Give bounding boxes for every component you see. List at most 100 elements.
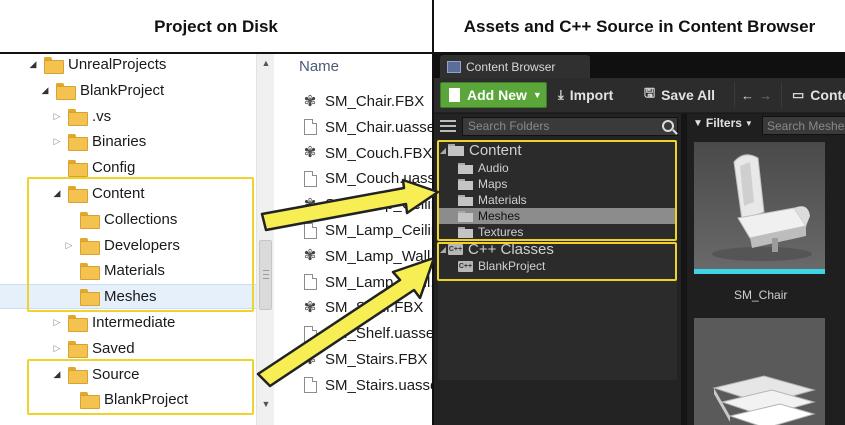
filter-funnel-icon: ▼ <box>693 117 703 129</box>
scroll-up-arrow-icon[interactable]: ▲ <box>257 58 275 68</box>
chair-thumbnail-icon <box>694 142 825 274</box>
stairs-thumbnail-icon <box>694 318 825 425</box>
content-browser-icon <box>447 60 461 73</box>
document-icon <box>301 170 319 188</box>
tab-content-browser[interactable]: Content Browser <box>440 55 590 78</box>
source-folder-highlight <box>27 359 254 415</box>
filters-caret-icon: ▼ <box>744 118 753 128</box>
collapsed-triangle-icon[interactable]: ▷ <box>52 317 62 328</box>
collapsed-triangle-icon[interactable]: ▷ <box>52 111 62 122</box>
folder-icon <box>68 160 88 178</box>
search-meshes-placeholder: Search Meshes <box>767 118 845 133</box>
tree-item[interactable]: ▷ Intermediate <box>0 310 256 335</box>
document-icon <box>301 222 319 240</box>
right-panel-title: Assets and C++ Source in Content Browser <box>434 0 845 53</box>
asset-label: SM_Chair <box>734 288 788 302</box>
file-row[interactable]: SM_Shelf.uasset <box>301 321 432 346</box>
file-name: SM_Shelf.uasset <box>325 325 432 343</box>
tree-item[interactable]: ▷ Binaries <box>0 129 256 154</box>
import-button[interactable]: ⤓ Import <box>558 82 613 108</box>
filters-label: Filters <box>705 116 742 130</box>
file-row[interactable]: ✾ SM_Shelf.FBX <box>301 295 432 320</box>
file-row[interactable]: ✾ SM_Couch.FBX <box>301 141 432 166</box>
tree-scrollbar[interactable]: ▲ ▼ <box>256 54 274 425</box>
path-root-button[interactable]: ▭ Content <box>792 82 845 108</box>
file-name: SM_Shelf.FBX <box>325 299 424 317</box>
folder-icon <box>68 134 88 152</box>
tree-item-label: Config <box>92 159 136 177</box>
tree-item[interactable]: ◢ UnrealProjects <box>0 54 256 77</box>
file-name: SM_Lamp_Ceiling.FBX <box>325 196 432 214</box>
tree-item[interactable]: ▷ Saved <box>0 336 256 361</box>
asset-tile-sm-chair[interactable] <box>694 142 825 274</box>
collapsed-triangle-icon[interactable]: ▷ <box>52 136 62 147</box>
file-row[interactable]: ✾ SM_Stairs.FBX <box>301 347 432 372</box>
tree-item-label: UnrealProjects <box>68 56 167 73</box>
sources-list-icon[interactable] <box>440 119 456 133</box>
fbx-icon: ✾ <box>303 298 317 316</box>
add-new-button[interactable]: Add New ▼ <box>440 82 547 108</box>
dropdown-caret-icon: ▼ <box>532 90 542 100</box>
file-name: SM_Lamp_Ceiling.uasset <box>325 222 432 239</box>
file-row[interactable]: ✾ SM_Chair.FBX <box>301 89 432 114</box>
file-row[interactable]: ✾ SM_Lamp_Ceiling.FBX <box>301 192 432 217</box>
scrollbar-thumb[interactable] <box>259 240 272 310</box>
forward-arrow-icon: → <box>759 87 772 103</box>
document-icon <box>301 376 319 394</box>
column-header-name[interactable]: Name <box>299 58 339 75</box>
file-row[interactable]: SM_Chair.uasset <box>301 115 432 140</box>
tree-item[interactable]: ◢ BlankProject <box>0 78 256 103</box>
fbx-icon: ✾ <box>303 350 317 368</box>
add-new-label: Add New <box>467 87 527 103</box>
back-button[interactable]: ← <box>741 82 760 108</box>
tree-item-label: Saved <box>92 339 135 357</box>
search-meshes-input[interactable]: Search Meshes <box>762 116 845 135</box>
content-browser: Content Browser Add New ▼ ⤓ Import 🖫 Sav… <box>434 54 845 425</box>
folder-icon <box>68 315 88 332</box>
import-label: Import <box>569 87 614 103</box>
filters-button[interactable]: ▼ Filters ▼ <box>693 116 753 130</box>
document-icon <box>301 273 319 291</box>
expanded-triangle-icon[interactable]: ◢ <box>40 85 50 96</box>
fbx-icon: ✾ <box>303 247 317 265</box>
folder-icon <box>68 340 88 358</box>
asset-tile-sm-stairs[interactable] <box>694 318 825 425</box>
back-arrow-icon: ← <box>741 87 754 103</box>
fbx-icon: ✾ <box>303 195 317 213</box>
save-icon: 🖫 <box>644 85 656 100</box>
tree-item[interactable]: ▷ .vs <box>0 104 256 129</box>
fbx-icon: ✾ <box>303 92 317 110</box>
document-icon <box>301 118 319 136</box>
tab-bar: Content Browser <box>434 54 845 78</box>
tab-label: Content Browser <box>466 59 556 74</box>
search-icon <box>662 119 674 132</box>
file-row[interactable]: SM_Lamp_Ceiling.uasset <box>301 218 432 243</box>
file-row[interactable]: SM_Couch.uasset <box>301 166 432 191</box>
file-name: SM_Stairs.FBX <box>325 351 428 368</box>
file-row[interactable]: SM_Lamp_Wall.uasset <box>301 270 432 295</box>
file-name: SM_Couch.uasset <box>325 170 432 188</box>
file-name: SM_Chair.FBX <box>325 93 425 110</box>
collapsed-triangle-icon[interactable]: ▷ <box>52 343 62 354</box>
folder-open-icon: ▭ <box>792 87 805 102</box>
file-list: Name ✾ SM_Chair.FBX SM_Chair.uasset ✾ SM_Cou… <box>275 54 432 425</box>
file-explorer: ◢ UnrealProjects ◢ BlankProject ▷ .vs ▷ Binarie… <box>0 54 432 425</box>
left-panel-title: Project on Disk <box>0 0 432 53</box>
search-folders-placeholder: Search Folders <box>468 119 550 133</box>
search-folders-input[interactable]: Search Folders <box>462 116 678 136</box>
asset-view: ▼ Filters ▼ Search Meshes SM_Chair <box>687 114 845 425</box>
tree-item-label: Intermediate <box>92 314 176 331</box>
file-row[interactable]: SM_Stairs.uasset <box>301 373 432 398</box>
file-row[interactable]: ✾ SM_Lamp_Wall.FBX <box>301 244 432 269</box>
tree-item-label: .vs <box>92 107 112 125</box>
save-all-button[interactable]: 🖫 Save All <box>644 82 715 108</box>
forward-button[interactable]: → <box>759 82 778 108</box>
tree-item-label: Binaries <box>92 133 147 151</box>
save-all-label: Save All <box>661 87 716 103</box>
cpp-classes-highlight <box>437 242 677 281</box>
content-tree-highlight <box>437 140 677 241</box>
document-icon <box>301 325 319 343</box>
expanded-triangle-icon[interactable]: ◢ <box>28 59 38 70</box>
folder-icon <box>68 108 88 126</box>
scroll-down-arrow-icon[interactable]: ▼ <box>257 399 275 409</box>
